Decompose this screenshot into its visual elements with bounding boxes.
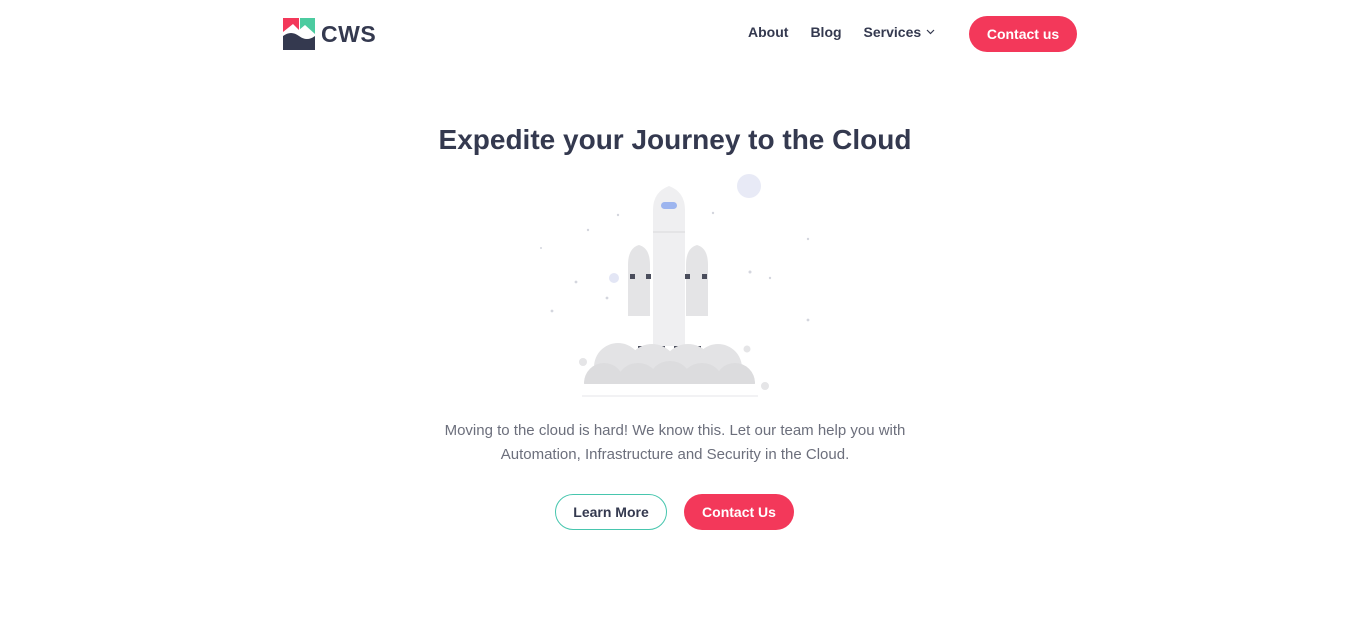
nav-about[interactable]: About [748,24,788,40]
cws-logo-icon [283,18,315,50]
hero-contact-us-button[interactable]: Contact Us [684,494,794,530]
nav-services-label: Services [863,24,922,40]
brand-logo[interactable]: CWS [283,18,376,50]
main-nav: About Blog Services [748,24,957,40]
nav-about-label: About [748,24,789,40]
site-header: CWS About Blog Services Contact us [0,0,1350,68]
nav-blog[interactable]: Blog [810,24,841,40]
hero-description: Moving to the cloud is hard! We know thi… [444,422,906,463]
nav-services[interactable]: Services [864,24,936,40]
rocket-launch-illustration [540,174,810,400]
chevron-down-icon [926,29,935,35]
learn-more-button[interactable]: Learn More [555,494,667,530]
nav-blog-label: Blog [810,24,842,40]
brand-name: CWS [321,20,377,47]
contact-us-button[interactable]: Contact us [969,16,1077,52]
hero-title: Expedite your Journey to the Cloud [438,124,912,155]
